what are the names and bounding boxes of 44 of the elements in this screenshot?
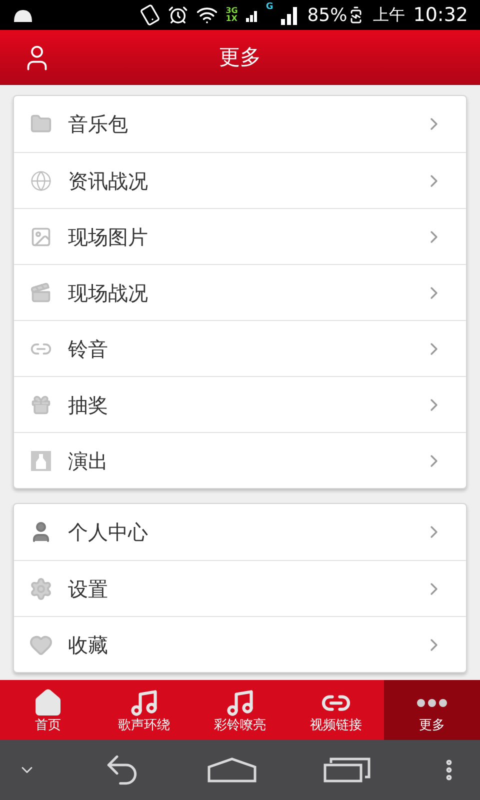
page-title: 更多	[218, 44, 262, 71]
image-icon	[30, 226, 52, 248]
home-icon	[33, 688, 63, 718]
signal-icon	[281, 5, 300, 25]
network-label: G	[266, 0, 274, 14]
menu-item[interactable]: 收藏	[14, 616, 466, 672]
menu-item[interactable]: 个人中心	[14, 504, 466, 560]
clapperboard-icon	[30, 282, 52, 304]
more-icon	[417, 699, 447, 707]
signal-icon	[246, 8, 258, 22]
menu-item[interactable]: 演出	[14, 432, 466, 488]
gift-icon	[30, 394, 52, 416]
menu-item-label: 铃音	[68, 336, 109, 362]
menu-item-label: 收藏	[68, 632, 109, 658]
menu-item-label: 现场图片	[68, 224, 149, 250]
folder-icon	[30, 113, 52, 135]
menu-item-label: 现场战况	[68, 280, 149, 306]
menu-item[interactable]: 现场图片	[14, 208, 466, 264]
alarm-icon	[168, 5, 188, 25]
globe-icon	[30, 170, 52, 192]
music-note-icon	[225, 688, 255, 718]
network-label: 3G	[226, 7, 238, 15]
menu-item-label: 抽奖	[68, 392, 109, 418]
menu-item[interactable]: 资讯战况	[14, 152, 466, 208]
home-icon[interactable]	[207, 757, 257, 783]
menu-item-label: 资讯战况	[68, 168, 149, 194]
music-note-icon	[129, 688, 159, 718]
menu-item-label: 个人中心	[68, 519, 149, 546]
settings-icon	[29, 576, 53, 600]
recent-apps-icon[interactable]	[322, 757, 370, 783]
battery-percent: 85%	[307, 4, 348, 28]
menu-item-label: 音乐包	[68, 111, 129, 138]
menu-item-label: 演出	[68, 448, 109, 474]
bottle-icon	[30, 450, 52, 472]
tab-button[interactable]: 更多	[384, 680, 480, 740]
time-period: 上午	[373, 4, 406, 26]
menu-item[interactable]: 铃音	[14, 320, 466, 376]
clock-time: 10:32	[413, 2, 468, 28]
menu-item-label: 设置	[68, 576, 109, 602]
menu-item[interactable]: 音乐包	[14, 96, 466, 152]
menu-item[interactable]: 抽奖	[14, 376, 466, 432]
menu-item[interactable]: 现场战况	[14, 264, 466, 320]
network-label: 1X	[226, 15, 238, 23]
menu-item[interactable]: 设置	[14, 560, 466, 616]
